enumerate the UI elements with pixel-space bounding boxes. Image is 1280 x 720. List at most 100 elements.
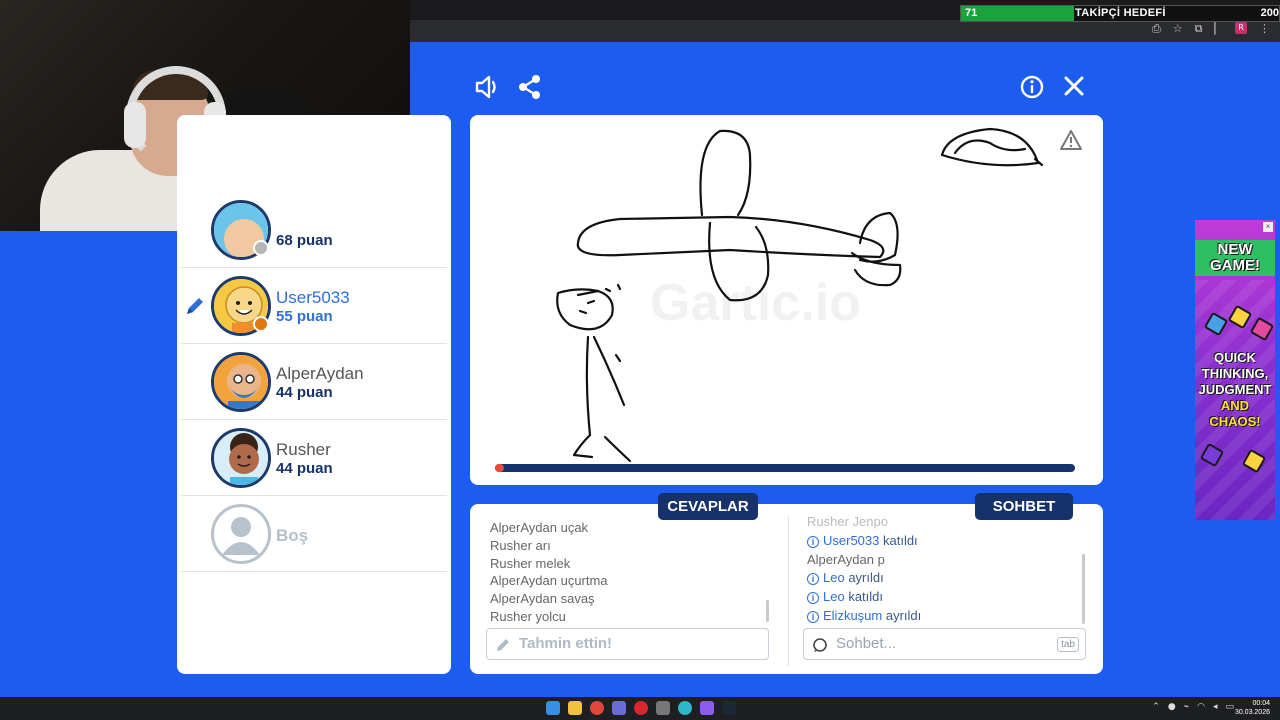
answer-user: AlperAydan xyxy=(490,591,557,607)
info-icon: i xyxy=(807,611,819,623)
player-name: Rusher xyxy=(276,440,331,459)
chat-message: Rusher Jenpo xyxy=(807,514,888,529)
share-icon[interactable] xyxy=(518,74,542,100)
answer-user: Rusher xyxy=(490,555,532,571)
chat-user: User5033 xyxy=(823,532,880,548)
opera-icon[interactable] xyxy=(634,701,648,715)
info-icon[interactable] xyxy=(1020,75,1044,99)
app-icon[interactable] xyxy=(700,701,714,715)
chat-text: Jenpo xyxy=(848,514,888,529)
warning-icon[interactable] xyxy=(1059,129,1083,156)
profile-icon[interactable]: ▏ xyxy=(1215,22,1223,36)
drawing-strokes: Gartic.io xyxy=(556,127,1044,463)
info-icon: i xyxy=(807,573,819,586)
tab-key-hint: tab xyxy=(1057,637,1079,652)
chat-user: AlperAydan xyxy=(807,551,874,567)
usb-icon[interactable]: ⌁ xyxy=(1184,702,1189,712)
chat-input-box[interactable]: tab xyxy=(803,628,1086,660)
answer-user: Rusher xyxy=(490,537,532,553)
empty-avatar-icon xyxy=(211,504,271,564)
chat-bubble-icon xyxy=(813,638,827,652)
answers-scrollbar[interactable] xyxy=(766,600,769,622)
answer-text: arı xyxy=(531,537,551,553)
info-icon: i xyxy=(807,535,819,548)
tab-chat[interactable]: SOHBET xyxy=(975,493,1073,520)
answer-item: AlperAydan uçurtma xyxy=(490,573,608,588)
answer-user: AlperAydan xyxy=(490,573,557,589)
panel-divider xyxy=(788,516,789,666)
wifi-icon[interactable]: ◠ xyxy=(1197,702,1205,712)
discord-icon[interactable] xyxy=(612,701,626,715)
edge-icon[interactable] xyxy=(678,701,692,715)
chat-user: Leo xyxy=(823,589,845,605)
chat-text: ayrıldı xyxy=(882,608,922,623)
install-icon[interactable]: ⎙ xyxy=(1152,22,1161,36)
player-status-badge xyxy=(253,316,269,332)
chat-scrollbar[interactable] xyxy=(1082,554,1085,624)
answer-user: AlperAydan xyxy=(490,520,557,535)
guess-input-box[interactable] xyxy=(486,628,769,660)
mic-icon[interactable]: ● xyxy=(1168,702,1176,712)
chat-user: Rusher xyxy=(807,514,849,529)
chrome-icon[interactable] xyxy=(590,701,604,715)
guess-input[interactable] xyxy=(519,635,719,652)
webcam-earcup-left xyxy=(124,102,146,148)
windows-start-icon[interactable] xyxy=(546,701,560,715)
timer-fill xyxy=(495,464,505,472)
ad-tagline: QUICK THINKING, JUDGMENT AND CHAOS! xyxy=(1198,350,1272,429)
answer-text: melek xyxy=(531,555,571,571)
follower-goal-bar: 71 TAKİPÇİ HEDEFİ 200 xyxy=(960,5,1280,22)
chat-system-message: i User5033 katıldı xyxy=(807,533,918,548)
volume-icon[interactable]: ◂ xyxy=(1213,702,1218,712)
ad-close-button[interactable]: × xyxy=(1263,222,1273,232)
answer-item: Rusher yolcu xyxy=(490,609,566,624)
players-panel: 68 puan User5033 55 puan AlperAydan 44 p… xyxy=(177,115,451,674)
ad-title: NEW GAME! xyxy=(1195,240,1275,276)
chat-input[interactable] xyxy=(836,635,1036,652)
extensions-icon[interactable]: ⧉ xyxy=(1195,22,1203,36)
chat-system-message: i Leo ayrıldı xyxy=(807,570,884,586)
answer-item: AlperAydan savaş xyxy=(490,591,595,606)
chat-text: katıldı xyxy=(879,532,918,548)
system-tray: ⌃ ● ⌁ ◠ ◂ ▭ xyxy=(1152,702,1234,712)
follower-goal-current: 71 xyxy=(965,7,978,19)
player-score: 44 puan xyxy=(276,460,333,477)
chat-system-message: i Elizkuşum ayrıldı xyxy=(807,608,921,623)
empty-player-slot: Boş xyxy=(181,496,447,572)
browser-address-bar xyxy=(410,20,1280,42)
chat-message: AlperAydan p xyxy=(807,552,885,567)
info-icon: i xyxy=(807,592,819,605)
answer-item: Rusher melek xyxy=(490,556,570,571)
steam-icon[interactable] xyxy=(722,701,736,715)
answer-item: Rusher arı xyxy=(490,538,551,553)
answer-item: AlperAydan uçak xyxy=(490,520,588,535)
battery-icon[interactable]: ▭ xyxy=(1225,702,1234,712)
chat-text: p xyxy=(873,551,885,567)
file-explorer-icon[interactable] xyxy=(568,701,582,715)
menu-icon[interactable]: ⋮ xyxy=(1259,22,1270,36)
player-score: 68 puan xyxy=(276,232,333,249)
close-icon[interactable] xyxy=(1063,75,1085,97)
browser-toolbar-icons: ⎙ ☆ ⧉ ▏ R ⋮ xyxy=(1152,22,1270,36)
player-row: AlperAydan 44 puan xyxy=(181,344,447,420)
player-score: 44 puan xyxy=(276,384,333,401)
star-icon[interactable]: ☆ xyxy=(1173,22,1183,36)
taskbar: ⌃ ● ⌁ ◠ ◂ ▭ 00:04 30.03.2026 xyxy=(0,697,1280,720)
pencil-icon xyxy=(183,294,207,323)
drawing-canvas[interactable]: Gartic.io xyxy=(470,115,1103,485)
obs-icon[interactable] xyxy=(656,701,670,715)
tab-answers[interactable]: CEVAPLAR xyxy=(658,493,758,520)
player-row: Rusher 44 puan xyxy=(181,420,447,496)
player-status-badge xyxy=(253,240,269,256)
speaker-icon[interactable] xyxy=(474,74,502,100)
timer-bar xyxy=(495,464,1075,472)
extension-badge[interactable]: R xyxy=(1235,22,1247,34)
chat-system-message: i Leo katıldı xyxy=(807,589,883,605)
chevron-up-icon[interactable]: ⌃ xyxy=(1152,702,1160,712)
chat-text: katıldı xyxy=(844,589,883,605)
answer-text: uçak xyxy=(556,520,589,535)
player-row: 68 puan xyxy=(181,192,447,268)
answer-user: Rusher xyxy=(490,609,532,624)
system-clock[interactable]: 00:04 30.03.2026 xyxy=(1235,699,1270,717)
ad-banner[interactable]: × NEW GAME! QUICK THINKING, JUDGMENT AND… xyxy=(1195,220,1275,520)
